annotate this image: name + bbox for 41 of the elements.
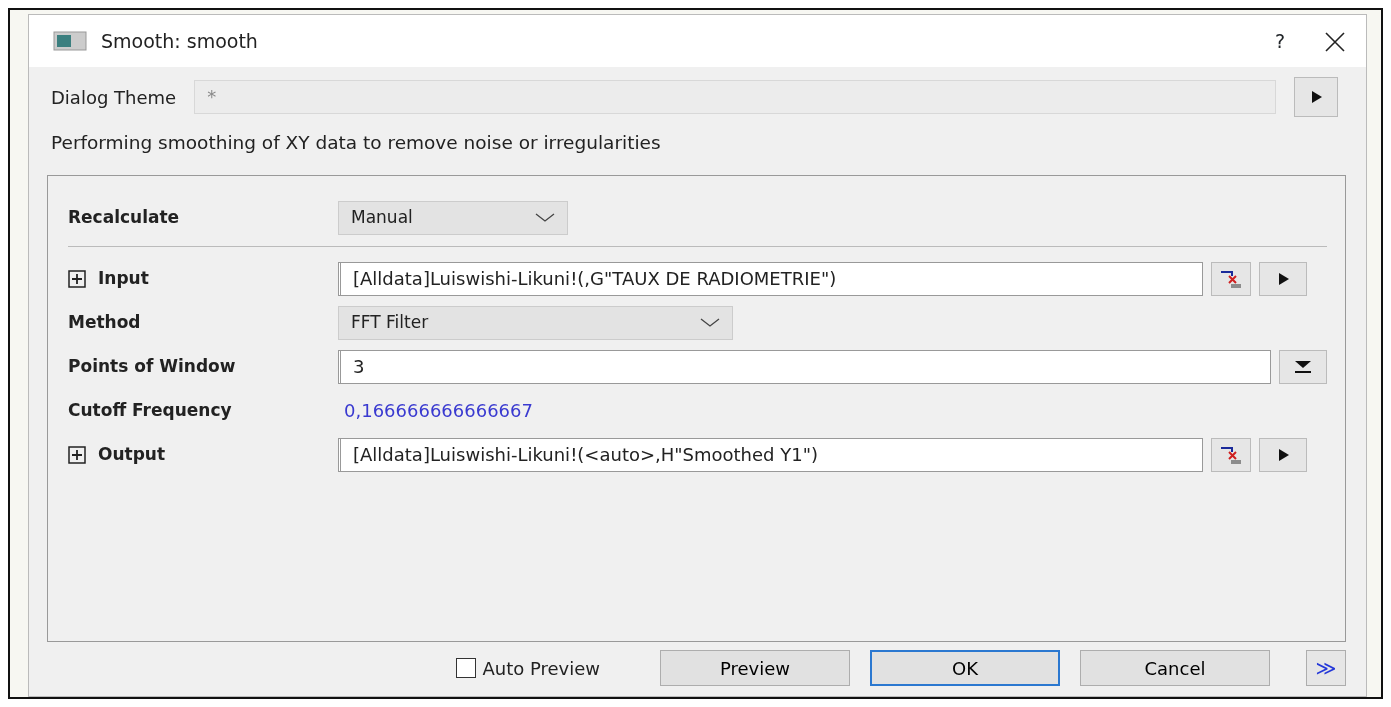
field-label: Input xyxy=(98,267,149,290)
caret-icon xyxy=(700,317,720,328)
range-select-button[interactable] xyxy=(1211,437,1251,472)
close-button[interactable] xyxy=(1324,29,1346,53)
input-field[interactable]: 3 xyxy=(338,349,1271,384)
expand-icon[interactable] xyxy=(68,445,86,464)
theme-menu-button[interactable] xyxy=(1294,77,1338,117)
dialog-button[interactable]: Preview xyxy=(660,650,850,686)
dropdown[interactable]: FFT Filter xyxy=(338,305,733,340)
dropdown[interactable]: Manual xyxy=(338,200,568,235)
menu-button[interactable] xyxy=(1259,437,1307,472)
dialog-button[interactable]: OK xyxy=(870,650,1060,686)
checkbox[interactable] xyxy=(456,658,477,678)
input-field[interactable]: [Alldata]Luiswishi-Likuni!(<auto>,H"Smoothed Y1") xyxy=(338,437,1203,472)
window-title: Smooth: smooth xyxy=(101,28,259,54)
dropdown-button[interactable] xyxy=(1279,349,1327,384)
app-icon xyxy=(53,30,87,52)
description: Performing smoothing of XY data to remove noise or irregularities xyxy=(50,131,662,155)
field-label: Cutoff Frequency xyxy=(68,399,232,422)
range-select-icon xyxy=(1220,269,1242,288)
dialog-button[interactable]: Cancel xyxy=(1080,650,1270,686)
field-label: Output xyxy=(98,443,166,466)
checkbox-label: Auto Preview xyxy=(482,656,600,681)
help-button[interactable]: ? xyxy=(1273,25,1286,57)
field-label: Points of Window xyxy=(68,355,236,378)
theme-label: Dialog Theme xyxy=(51,85,177,110)
expand-button[interactable]: ≫ xyxy=(1306,650,1346,686)
close-icon xyxy=(1324,30,1346,53)
menu-button[interactable] xyxy=(1259,261,1307,296)
value-text: 0,166666666666667 xyxy=(343,399,533,424)
field-label: Recalculate xyxy=(68,206,180,229)
input-field[interactable]: [Alldata]Luiswishi-Likuni!(,G"TAUX DE RADIOMETRIE") xyxy=(338,261,1203,296)
caret-icon xyxy=(535,212,555,223)
range-select-icon xyxy=(1220,445,1242,464)
play-icon xyxy=(1276,447,1290,462)
field-label: Method xyxy=(68,311,141,334)
expand-icon[interactable] xyxy=(68,269,86,288)
play-icon xyxy=(1309,90,1323,104)
dropdown-arrow-icon xyxy=(1294,359,1312,374)
play-icon xyxy=(1276,271,1290,286)
range-select-button[interactable] xyxy=(1211,261,1251,296)
